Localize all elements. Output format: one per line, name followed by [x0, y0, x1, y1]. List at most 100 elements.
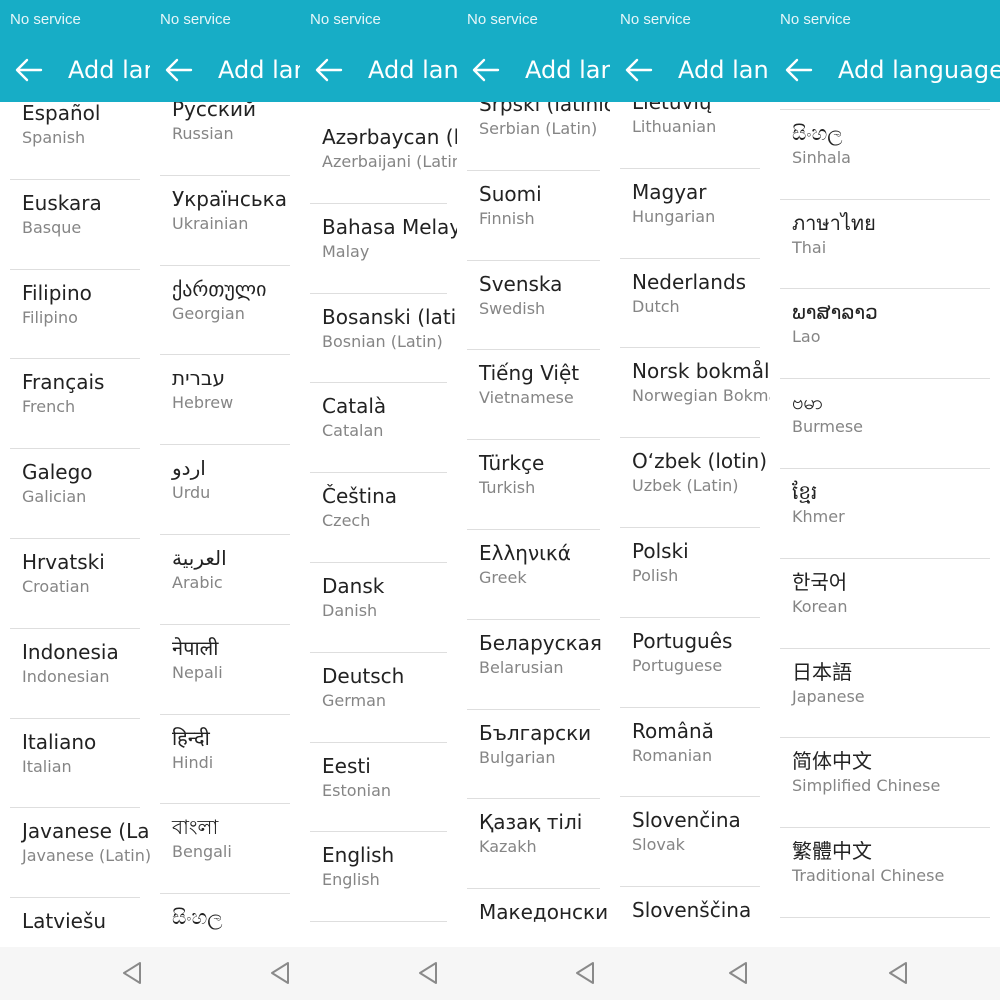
nav-back-icon[interactable] [268, 960, 292, 986]
language-item[interactable]: Dansk Danish [310, 563, 457, 653]
language-item[interactable]: Русский Russian [160, 102, 300, 176]
language-item[interactable]: ဗမာ Burmese [780, 379, 1000, 469]
language-item[interactable]: Polski Polish [620, 528, 770, 618]
nav-back-icon[interactable] [416, 960, 440, 986]
language-item[interactable]: Euskara Basque [10, 180, 150, 270]
navigation-bar [0, 947, 150, 1000]
language-item[interactable]: Galego Galician [10, 449, 150, 539]
nav-back-icon[interactable] [726, 960, 750, 986]
language-item[interactable]: Français French [10, 359, 150, 449]
language-item[interactable]: العربية Arabic [160, 535, 300, 625]
language-item[interactable]: Svenska Swedish [467, 261, 610, 351]
language-item[interactable]: Oʻzbek (lotin) Uzbek (Latin) [620, 438, 770, 528]
language-item[interactable]: Bosanski (latinica)Bosnian (Latin) [310, 294, 457, 384]
language-item[interactable]: Indonesia Indonesian [10, 629, 150, 719]
language-item[interactable]: Slovenščina [620, 887, 770, 947]
language-list: Español Spanish Euskara Basque Filipino Filip… [0, 102, 150, 947]
language-native-name: ພາສາລາວ [792, 300, 878, 325]
language-item[interactable]: Română Romanian [620, 708, 770, 798]
language-item[interactable]: हिन्दी Hindi [160, 715, 300, 805]
language-item[interactable]: Nederlands Dutch [620, 259, 770, 349]
language-list: Lietuvių Lithuanian Magyar Hungarian Nederla… [610, 102, 770, 947]
back-arrow-icon[interactable] [164, 57, 194, 83]
language-item[interactable]: Қазақ тілі Kazakh [467, 799, 610, 889]
language-native-name: සිංහල [792, 120, 843, 145]
language-native-name: Hrvatski [22, 550, 105, 574]
language-item[interactable]: Italiano Italian [10, 719, 150, 809]
back-arrow-icon[interactable] [471, 57, 501, 83]
language-item[interactable]: Tiếng Việt Vietnamese [467, 350, 610, 440]
language-item[interactable]: Norsk bokmål Norwegian Bokmål [620, 348, 770, 438]
language-item[interactable]: Türkçe Turkish [467, 440, 610, 530]
language-item[interactable]: Deutsch German [310, 653, 457, 743]
language-item[interactable]: Latviešu [10, 898, 150, 947]
language-item[interactable]: ພາສາລາວ Lao [780, 289, 1000, 379]
language-item[interactable]: Slovenčina Slovak [620, 797, 770, 887]
nav-back-icon[interactable] [120, 960, 144, 986]
language-item[interactable]: 简体中文 Simplified Chinese [780, 738, 1000, 828]
language-item[interactable]: Lietuvių Lithuanian [620, 102, 770, 169]
language-item[interactable]: 한국어 Korean [780, 559, 1000, 649]
language-english-name: Hindi [172, 752, 214, 772]
language-item[interactable]: اردو Urdu [160, 445, 300, 535]
language-native-name: Lietuvių [632, 102, 712, 114]
language-item[interactable]: Eesti Estonian [310, 743, 457, 833]
status-text: No service [620, 11, 691, 28]
language-native-name: Қазақ тілі [479, 810, 583, 835]
language-native-name: Čeština [322, 484, 398, 509]
language-item[interactable]: ภาษาไทย Thai [780, 200, 1000, 290]
language-item[interactable]: සිංහල Sinhala [780, 110, 1000, 200]
language-english-name: Turkish [479, 478, 536, 498]
language-native-name: Srpski (latinica) [479, 102, 610, 116]
language-english-name: Galician [22, 487, 87, 507]
language-english-name: Basque [22, 217, 82, 237]
status-text: No service [310, 11, 381, 28]
language-item[interactable]: Беларуская Belarusian [467, 620, 610, 710]
language-item[interactable]: ខ្មែរ Khmer [780, 469, 1000, 559]
language-item[interactable]: বাংলা Bengali [160, 804, 300, 894]
language-item[interactable]: Filipino Filipino [10, 270, 150, 360]
language-english-name: Urdu [172, 483, 211, 503]
language-item[interactable]: Ελληνικά Greek [467, 530, 610, 620]
language-native-name: Українська [172, 186, 287, 211]
back-arrow-icon[interactable] [14, 57, 44, 83]
language-item[interactable]: English English [310, 832, 457, 922]
language-item[interactable]: Български Bulgarian [467, 710, 610, 800]
language-native-name: ქართული [172, 276, 267, 301]
nav-back-icon[interactable] [886, 960, 910, 986]
language-item[interactable]: 日本語 Japanese [780, 649, 1000, 739]
language-item[interactable]: עברית Hebrew [160, 355, 300, 445]
back-arrow-icon[interactable] [784, 57, 814, 83]
language-native-name: עברית [172, 366, 225, 391]
language-native-name: Беларуская [479, 630, 602, 655]
language-english-name: Traditional Chinese [792, 866, 945, 886]
language-item[interactable]: Srpski (latinica) Serbian (Latin) [467, 102, 610, 171]
language-item[interactable]: Javanese (Latin)Javanese (Latin) [10, 808, 150, 898]
language-item[interactable]: ქართული Georgian [160, 266, 300, 356]
language-item[interactable]: Azərbaycan (latın) Azerbaijani (Latin) [310, 114, 457, 204]
language-item[interactable]: Español Spanish [10, 102, 150, 180]
language-item[interactable]: Македонски [467, 889, 610, 947]
language-item[interactable]: සිංහල [160, 894, 300, 947]
language-item[interactable]: Magyar Hungarian [620, 169, 770, 259]
nav-back-icon[interactable] [573, 960, 597, 986]
language-item[interactable]: नेपाली Nepali [160, 625, 300, 715]
language-item[interactable]: Suomi Finnish [467, 171, 610, 261]
language-item[interactable]: Hrvatski Croatian [10, 539, 150, 629]
page-title: Add language [368, 56, 457, 84]
navigation-bar [150, 947, 300, 1000]
back-arrow-icon[interactable] [624, 57, 654, 83]
language-item[interactable]: Čeština Czech [310, 473, 457, 563]
language-item[interactable]: Català Catalan [310, 383, 457, 473]
language-native-name: English [322, 843, 395, 868]
phone-screen: No serviceAdd languageBengaliසිංහලSinhal… [770, 0, 1000, 1000]
language-native-name: Türkçe [479, 451, 545, 476]
list-divider [780, 917, 990, 918]
language-item[interactable]: Українська Ukrainian [160, 176, 300, 266]
language-item[interactable]: Português Portuguese [620, 618, 770, 708]
language-item[interactable]: Bahasa MelayuMalay [310, 204, 457, 294]
language-native-name: 简体中文 [792, 749, 872, 774]
back-arrow-icon[interactable] [314, 57, 344, 83]
app-bar: No service Add language [0, 0, 150, 102]
language-item[interactable]: 繁體中文 Traditional Chinese [780, 828, 1000, 918]
